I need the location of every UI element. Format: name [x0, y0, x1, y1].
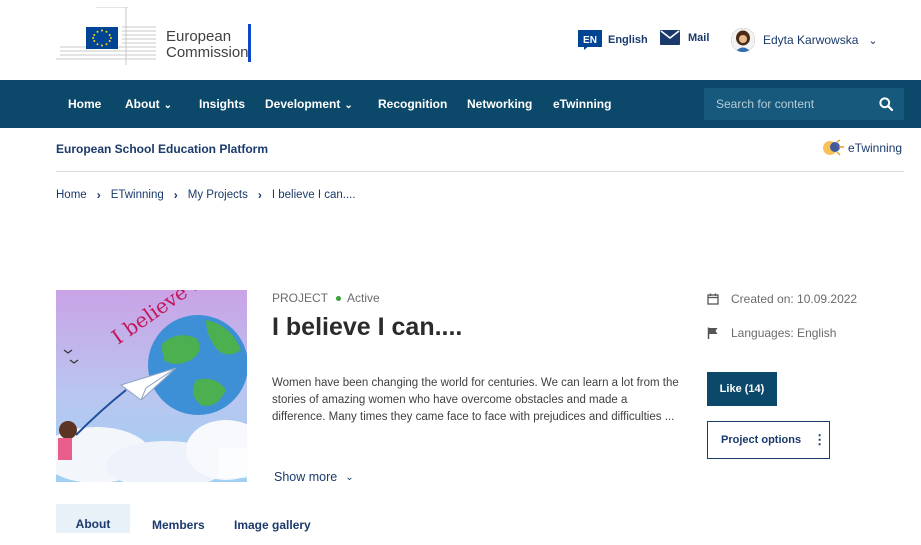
- avatar-image: [731, 28, 755, 52]
- flag-icon: [707, 327, 718, 339]
- mail-label: Mail: [688, 31, 710, 44]
- logo-text-line1: European: [166, 28, 232, 45]
- breadcrumb-item-current: I believe I can....: [271, 189, 356, 201]
- search-box: [704, 88, 904, 120]
- breadcrumb-item-etwinning[interactable]: ETwinning: [111, 189, 164, 201]
- chevron-down-icon: ⌄: [868, 34, 878, 47]
- chevron-down-icon: ⌄: [345, 471, 354, 483]
- divider: [56, 171, 904, 172]
- languages-label: Languages: English: [731, 326, 837, 340]
- tab-label: About: [75, 517, 111, 531]
- logo-divider: [248, 24, 251, 62]
- chevron-down-icon: ⌄: [163, 100, 173, 111]
- project-image: I believe I can: [56, 290, 247, 482]
- chevron-right-icon: ›: [96, 188, 101, 202]
- breadcrumb-item-home[interactable]: Home: [56, 189, 87, 201]
- project-description: Women have been changing the world for c…: [272, 377, 679, 423]
- language-selector[interactable]: EN English: [578, 30, 648, 50]
- tab-label: Members: [152, 518, 205, 532]
- search-icon: [879, 97, 893, 111]
- nav-item-label: Recognition: [378, 97, 448, 111]
- project-options-label: Project options: [721, 434, 802, 446]
- user-name: Edyta Karwowska: [763, 33, 859, 47]
- tab-members[interactable]: Members: [152, 505, 205, 533]
- etwinning-star-icon: [823, 139, 844, 156]
- page-title: I believe I can....: [272, 313, 463, 341]
- etwinning-logo[interactable]: eTwinning: [822, 138, 902, 158]
- search-input[interactable]: [704, 88, 868, 120]
- nav-item-label: Insights: [199, 97, 246, 111]
- more-vertical-icon: ⋮: [813, 432, 827, 447]
- mail-icon: [660, 30, 680, 45]
- logo-text-line2: Commission: [166, 44, 249, 61]
- mail-link[interactable]: Mail: [660, 30, 709, 45]
- nav-item-home[interactable]: Home: [68, 80, 101, 128]
- nav-item-label: Development: [265, 97, 341, 111]
- nav-item-label: eTwinning: [553, 97, 612, 111]
- project-illustration: I believe I can: [56, 290, 247, 482]
- language-code-badge: EN: [578, 30, 602, 50]
- nav-item-label: Networking: [467, 97, 533, 111]
- nav-item-development[interactable]: Development ⌄: [265, 80, 353, 128]
- nav-item-about[interactable]: About ⌄: [125, 80, 172, 128]
- chevron-down-icon: ⌄: [344, 100, 353, 111]
- platform-name[interactable]: European School Education Platform: [56, 142, 268, 156]
- etwinning-label: eTwinning: [848, 141, 903, 155]
- status-badge: Active: [347, 291, 380, 305]
- user-menu[interactable]: Edyta Karwowska ⌄: [731, 28, 878, 52]
- project-options-button[interactable]: Project options ⋮: [707, 421, 830, 459]
- tab-about[interactable]: About: [56, 504, 130, 533]
- chevron-right-icon: ›: [257, 188, 262, 202]
- show-more-button[interactable]: Show more ⌄: [274, 470, 354, 484]
- project-kicker: PROJECT Active: [272, 291, 380, 305]
- like-button[interactable]: Like (14): [707, 372, 777, 406]
- created-date: Created on: 10.09.2022: [707, 292, 857, 306]
- nav-item-etwinning[interactable]: eTwinning: [553, 80, 611, 128]
- tab-image-gallery[interactable]: Image gallery: [234, 505, 311, 533]
- breadcrumb: Home › ETwinning › My Projects › I belie…: [56, 188, 356, 202]
- avatar: [731, 28, 755, 52]
- nav-item-networking[interactable]: Networking: [467, 80, 532, 128]
- project-languages: Languages: English: [707, 326, 836, 340]
- nav-item-label: About: [125, 97, 160, 111]
- language-label: English: [608, 34, 648, 46]
- logo-wordmark: European Commission: [166, 29, 249, 61]
- project-type-label: PROJECT: [272, 291, 329, 305]
- search-button[interactable]: [868, 88, 904, 120]
- nav-item-label: Home: [68, 97, 102, 111]
- site-header: European Commission EN English Mail Edyt…: [0, 0, 921, 80]
- calendar-icon: [707, 293, 719, 305]
- tab-label: Image gallery: [234, 518, 311, 532]
- nav-item-insights[interactable]: Insights: [199, 80, 245, 128]
- chevron-right-icon: ›: [173, 188, 178, 202]
- breadcrumb-item-my-projects[interactable]: My Projects: [188, 189, 248, 201]
- show-more-label: Show more: [274, 470, 338, 484]
- created-label: Created on: 10.09.2022: [731, 292, 858, 306]
- status-dot: [336, 295, 342, 301]
- nav-item-recognition[interactable]: Recognition: [378, 80, 447, 128]
